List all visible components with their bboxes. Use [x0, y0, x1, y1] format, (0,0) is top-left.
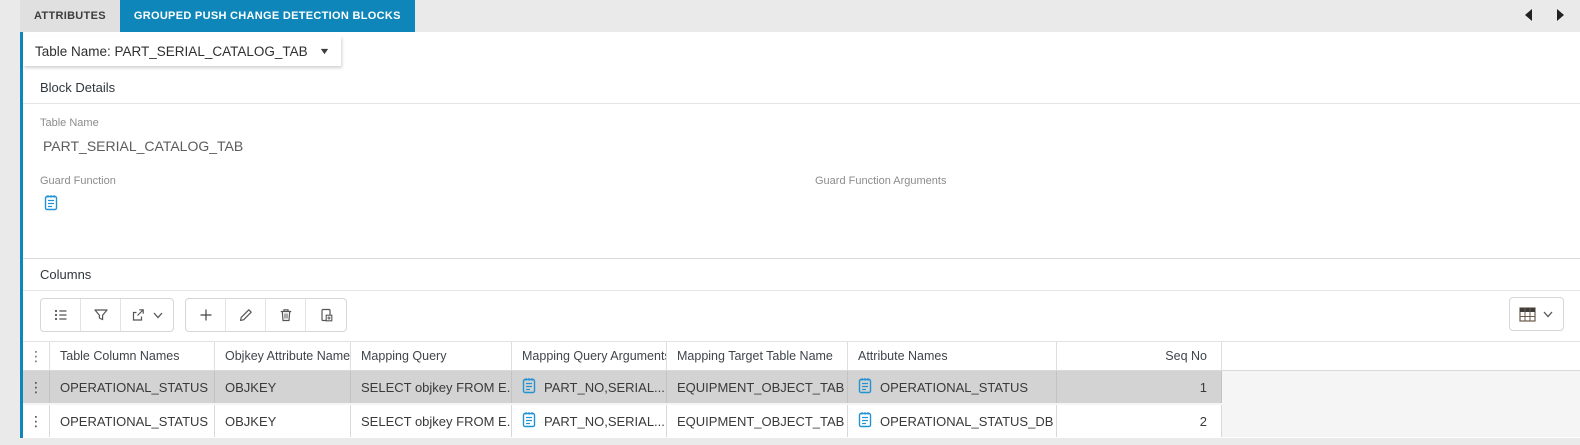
columns-toolbar [40, 297, 1580, 333]
edit-icon [239, 309, 252, 321]
plus-icon [200, 309, 211, 321]
list-view-button[interactable] [41, 299, 81, 331]
add-row-button[interactable] [186, 299, 226, 331]
guard-function-arguments-label: Guard Function Arguments [815, 175, 947, 187]
grid-header-menu-icon[interactable]: ⋮ [23, 342, 50, 370]
tab-content-panel: Table Name: PART_SERIAL_CATALOG_TAB ▼ Bl… [20, 32, 1580, 438]
cell-attribute-names[interactable]: OPERATIONAL_STATUS [848, 371, 1057, 403]
chevron-down-icon: ▼ [317, 46, 331, 56]
block-details-section: Block Details Table Name PART_SERIAL_CAT… [23, 72, 1580, 216]
table-row[interactable]: ⋮ OPERATIONAL_STATUS OBJKEY SELECT objke… [23, 405, 1580, 437]
table-name-dropdown[interactable]: Table Name: PART_SERIAL_CATALOG_TAB ▼ [23, 36, 341, 66]
cell-mapping-target-table-name[interactable]: EQUIPMENT_OBJECT_TAB [667, 405, 848, 437]
grid-body: ⋮ OPERATIONAL_STATUS OBJKEY SELECT objke… [23, 371, 1580, 437]
col-header-table-column-names[interactable]: Table Column Names [50, 342, 215, 370]
cell-text: PART_NO,SERIAL... [544, 379, 665, 395]
table-name-dropdown-label: Table Name: PART_SERIAL_CATALOG_TAB [35, 43, 308, 59]
filter-button[interactable] [81, 299, 121, 331]
list-icon [54, 309, 66, 321]
cell-mapping-query[interactable]: SELECT objkey FROM E... [351, 371, 512, 403]
guard-function-notepad-icon[interactable] [44, 194, 58, 216]
columns-section: Columns ⋮ Table Column Names Objkey Attr… [23, 258, 1580, 437]
cell-table-column-names[interactable]: OPERATIONAL_STATUS [50, 371, 215, 403]
delete-row-button[interactable] [266, 299, 306, 331]
tab-scroll-right-icon[interactable] [1552, 7, 1568, 23]
col-header-mapping-query-arguments[interactable]: Mapping Query Arguments [512, 342, 667, 370]
duplicate-row-button[interactable] [306, 299, 346, 331]
cell-text: PART_NO,SERIAL... [544, 413, 665, 429]
cell-table-column-names[interactable]: OPERATIONAL_STATUS [50, 405, 215, 437]
delete-icon [280, 309, 291, 322]
cell-text: OPERATIONAL_STATUS_DB [880, 413, 1054, 429]
filter-icon [93, 309, 108, 321]
row-drag-handle-icon[interactable]: ⋮ [23, 371, 50, 403]
row-drag-handle-icon[interactable]: ⋮ [23, 405, 50, 437]
tab-bar: ATTRIBUTES GROUPED PUSH CHANGE DETECTION… [20, 0, 415, 32]
grid-header-row: ⋮ Table Column Names Objkey Attribute Na… [23, 341, 1580, 371]
export-icon [132, 309, 144, 321]
block-details-title: Block Details [23, 72, 1580, 104]
cell-text: OPERATIONAL_STATUS [880, 379, 1029, 395]
col-header-attribute-names[interactable]: Attribute Names [848, 342, 1057, 370]
tab-attributes[interactable]: ATTRIBUTES [20, 0, 120, 32]
columns-title: Columns [23, 259, 1580, 291]
table-row[interactable]: ⋮ OPERATIONAL_STATUS OBJKEY SELECT objke… [23, 371, 1580, 403]
cell-seq-no[interactable]: 2 [1057, 405, 1222, 437]
col-header-mapping-target-table-name[interactable]: Mapping Target Table Name [667, 342, 848, 370]
tab-scroll-controls [1520, 7, 1568, 23]
columns-grid: ⋮ Table Column Names Objkey Attribute Na… [23, 341, 1580, 437]
edit-row-button[interactable] [226, 299, 266, 331]
tab-grouped-push-change-detection-blocks[interactable]: GROUPED PUSH CHANGE DETECTION BLOCKS [119, 0, 415, 32]
col-header-seq-no[interactable]: Seq No [1057, 342, 1222, 370]
duplicate-icon [321, 308, 333, 322]
chevron-down-icon [1543, 311, 1553, 318]
notepad-icon[interactable] [522, 377, 536, 397]
table-name-field-label: Table Name [40, 117, 99, 129]
guard-function-label: Guard Function [40, 175, 116, 187]
export-button[interactable] [121, 299, 173, 331]
table-settings-icon [1519, 306, 1536, 322]
tab-scroll-left-icon[interactable] [1520, 7, 1536, 23]
cell-mapping-query-arguments[interactable]: PART_NO,SERIAL... [512, 371, 667, 403]
col-header-objkey-attribute-name[interactable]: Objkey Attribute Name [215, 342, 351, 370]
cell-objkey-attribute-name[interactable]: OBJKEY [215, 405, 351, 437]
table-name-field-value: PART_SERIAL_CATALOG_TAB [43, 138, 244, 154]
cell-mapping-query[interactable]: SELECT objkey FROM E... [351, 405, 512, 437]
cell-mapping-target-table-name[interactable]: EQUIPMENT_OBJECT_TAB [667, 371, 848, 403]
table-settings-button[interactable] [1510, 298, 1563, 330]
notepad-icon[interactable] [858, 377, 872, 397]
cell-seq-no[interactable]: 1 [1057, 371, 1222, 403]
cell-attribute-names[interactable]: OPERATIONAL_STATUS_DB [848, 405, 1057, 437]
notepad-icon[interactable] [522, 411, 536, 431]
col-header-mapping-query[interactable]: Mapping Query [351, 342, 512, 370]
notepad-icon[interactable] [858, 411, 872, 431]
cell-objkey-attribute-name[interactable]: OBJKEY [215, 371, 351, 403]
cell-mapping-query-arguments[interactable]: PART_NO,SERIAL... [512, 405, 667, 437]
chevron-down-icon [153, 312, 163, 319]
